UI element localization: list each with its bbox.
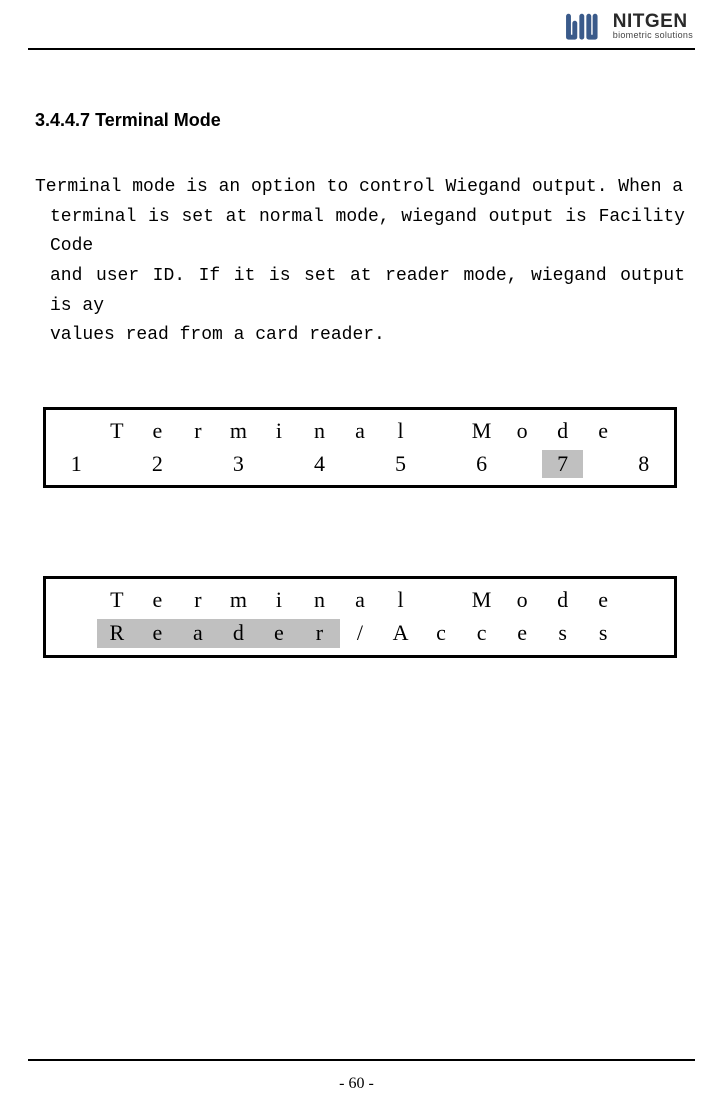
terminal-cell bbox=[623, 586, 664, 615]
terminal-cell bbox=[178, 450, 219, 479]
body-paragraph: Terminal mode is an option to control Wi… bbox=[35, 173, 685, 351]
logo: NITGEN biometric solutions bbox=[565, 12, 693, 40]
terminal-cell: e bbox=[137, 619, 178, 648]
terminal-box-1-row-1: Terminal Mode bbox=[46, 415, 674, 448]
terminal-cell: 7 bbox=[542, 450, 583, 479]
terminal-cell: 4 bbox=[299, 450, 340, 479]
terminal-cell: r bbox=[299, 619, 340, 648]
terminal-cell: R bbox=[97, 619, 138, 648]
box-spacer bbox=[35, 488, 685, 576]
terminal-cell: M bbox=[461, 417, 502, 446]
terminal-cell: r bbox=[178, 586, 219, 615]
terminal-cell: r bbox=[178, 417, 219, 446]
terminal-cell bbox=[421, 417, 462, 446]
header: NITGEN biometric solutions bbox=[0, 0, 713, 48]
terminal-cell: 6 bbox=[461, 450, 502, 479]
terminal-cell bbox=[340, 450, 381, 479]
terminal-cell: m bbox=[218, 586, 259, 615]
terminal-cell bbox=[56, 586, 97, 615]
terminal-cell: l bbox=[380, 586, 421, 615]
terminal-cell bbox=[623, 417, 664, 446]
body-line-4: values read from a card reader. bbox=[35, 321, 685, 351]
terminal-cell: o bbox=[502, 417, 543, 446]
terminal-cell: c bbox=[461, 619, 502, 648]
terminal-cell: 5 bbox=[380, 450, 421, 479]
terminal-cell: s bbox=[542, 619, 583, 648]
nitgen-logo-icon bbox=[565, 12, 607, 40]
terminal-cell: n bbox=[299, 417, 340, 446]
terminal-cell: c bbox=[421, 619, 462, 648]
terminal-cell: e bbox=[502, 619, 543, 648]
logo-text-sub: biometric solutions bbox=[613, 31, 693, 40]
logo-text: NITGEN biometric solutions bbox=[613, 12, 693, 40]
terminal-cell: 8 bbox=[623, 450, 664, 479]
terminal-cell: e bbox=[583, 586, 624, 615]
terminal-cell: o bbox=[502, 586, 543, 615]
terminal-box-2-row-2: Reader/Access bbox=[46, 617, 674, 650]
content: 3.4.4.7 Terminal Mode Terminal mode is a… bbox=[0, 50, 713, 658]
body-line-2: terminal is set at normal mode, wiegand … bbox=[35, 203, 685, 262]
footer-divider bbox=[28, 1059, 695, 1061]
terminal-cell: A bbox=[380, 619, 421, 648]
terminal-cell: e bbox=[137, 586, 178, 615]
terminal-cell: d bbox=[542, 586, 583, 615]
terminal-cell: M bbox=[461, 586, 502, 615]
terminal-cell: 3 bbox=[218, 450, 259, 479]
terminal-cell: / bbox=[340, 619, 381, 648]
terminal-cell: e bbox=[259, 619, 300, 648]
terminal-box-1: Terminal Mode 1 2 3 4 5 6 7 8 bbox=[43, 407, 677, 488]
terminal-cell: T bbox=[97, 417, 138, 446]
terminal-cell: T bbox=[97, 586, 138, 615]
terminal-cell bbox=[421, 586, 462, 615]
terminal-cell: e bbox=[137, 417, 178, 446]
section-name: Terminal Mode bbox=[95, 110, 221, 130]
terminal-cell: a bbox=[178, 619, 219, 648]
terminal-box-1-row-2: 1 2 3 4 5 6 7 8 bbox=[46, 448, 674, 481]
terminal-cell: 1 bbox=[56, 450, 97, 479]
section-number: 3.4.4.7 bbox=[35, 110, 90, 130]
terminal-cell bbox=[259, 450, 300, 479]
terminal-cell bbox=[56, 619, 97, 648]
section-title: 3.4.4.7 Terminal Mode bbox=[35, 110, 685, 131]
terminal-cell: 2 bbox=[137, 450, 178, 479]
body-line-1: Terminal mode is an option to control Wi… bbox=[35, 173, 685, 203]
terminal-cell: i bbox=[259, 417, 300, 446]
terminal-cell: d bbox=[218, 619, 259, 648]
terminal-cell: e bbox=[583, 417, 624, 446]
terminal-cell bbox=[421, 450, 462, 479]
terminal-cell: s bbox=[583, 619, 624, 648]
terminal-cell bbox=[583, 450, 624, 479]
terminal-cell: m bbox=[218, 417, 259, 446]
terminal-cell bbox=[502, 450, 543, 479]
terminal-cell bbox=[623, 619, 664, 648]
body-line-3: and user ID. If it is set at reader mode… bbox=[35, 262, 685, 321]
terminal-cell: a bbox=[340, 586, 381, 615]
page-number: - 60 - bbox=[0, 1075, 713, 1093]
terminal-cell: d bbox=[542, 417, 583, 446]
terminal-box-2: Terminal Mode Reader/Access bbox=[43, 576, 677, 657]
terminal-box-2-row-1: Terminal Mode bbox=[46, 584, 674, 617]
terminal-cell bbox=[56, 417, 97, 446]
terminal-cell bbox=[97, 450, 138, 479]
terminal-cell: n bbox=[299, 586, 340, 615]
logo-text-main: NITGEN bbox=[613, 12, 693, 31]
terminal-cell: l bbox=[380, 417, 421, 446]
terminal-cell: i bbox=[259, 586, 300, 615]
terminal-cell: a bbox=[340, 417, 381, 446]
